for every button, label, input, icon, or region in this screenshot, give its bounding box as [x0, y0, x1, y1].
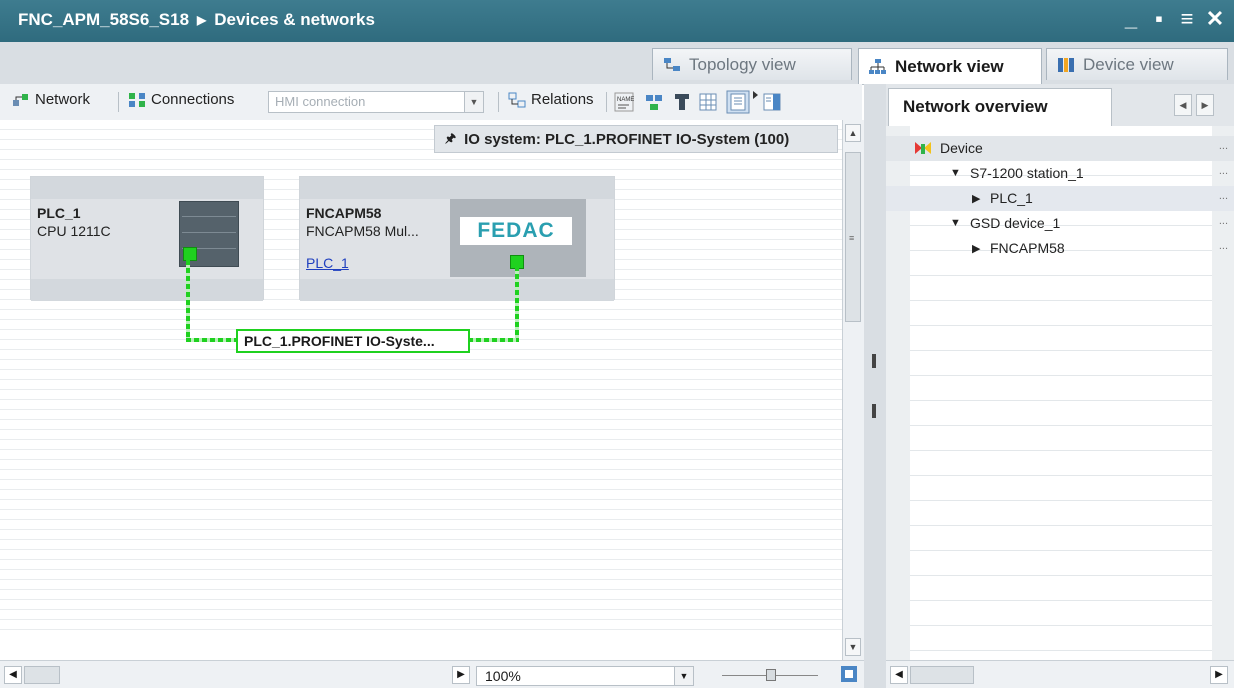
- tab-network-view[interactable]: Network view: [858, 48, 1042, 84]
- float-window-icon[interactable]: ▪: [1148, 6, 1170, 32]
- more-tools-arrow-icon[interactable]: [752, 90, 760, 100]
- zoom-slider-knob[interactable]: [766, 669, 776, 681]
- connections-icon: [129, 92, 145, 107]
- row-options-icon[interactable]: ...: [1219, 240, 1228, 252]
- collapse-left-icon[interactable]: [872, 354, 876, 368]
- section-name: Devices & networks: [214, 10, 375, 29]
- row-options-icon[interactable]: ...: [1219, 190, 1228, 202]
- svg-text:NAME: NAME: [617, 97, 634, 103]
- profinet-line[interactable]: [186, 338, 238, 342]
- split-editor-icon[interactable]: [762, 92, 782, 112]
- device-fncapm58[interactable]: FNCAPM58 FNCAPM58 Mul... PLC_1 FEDAC: [299, 176, 615, 301]
- address-names-icon[interactable]: NAME: [614, 92, 634, 112]
- profinet-line[interactable]: [186, 260, 190, 342]
- device-plc-1[interactable]: PLC_1 CPU 1211C: [30, 176, 264, 301]
- zoom-select[interactable]: 100% ▼: [476, 666, 694, 686]
- topology-icon: [664, 57, 680, 71]
- tree-row-s7-1200-station[interactable]: ▼ S7-1200 station_1 ...: [886, 161, 1234, 186]
- expand-icon[interactable]: ▶: [972, 192, 980, 205]
- network-icon: [869, 58, 886, 74]
- overview-toggle-icon[interactable]: [726, 90, 750, 114]
- chevron-down-icon[interactable]: ▼: [674, 667, 693, 685]
- chevron-down-icon[interactable]: ▼: [464, 92, 483, 112]
- horizontal-scrollbar-thumb[interactable]: [24, 666, 60, 684]
- assigned-io-controller-link[interactable]: PLC_1: [306, 255, 349, 271]
- view-tab-bar: Topology view Network view Device view: [0, 42, 1234, 85]
- profinet-system-label[interactable]: PLC_1.PROFINET IO-Syste...: [236, 329, 470, 353]
- scroll-up-icon[interactable]: ▲: [845, 124, 861, 142]
- device-icon: [1058, 57, 1074, 72]
- row-options-icon[interactable]: ...: [1219, 165, 1228, 177]
- show-interfaces-icon[interactable]: [644, 92, 664, 112]
- connections-mode-button[interactable]: Connections: [128, 91, 234, 108]
- device-name: FNCAPM58: [306, 205, 382, 221]
- pane-divider[interactable]: [864, 84, 886, 688]
- canvas-status-bar: ◀ ▶ 100% ▼: [0, 660, 864, 688]
- device-type: FNCAPM58 Mul...: [306, 223, 419, 239]
- collapse-right-icon[interactable]: [872, 404, 876, 418]
- tab-scroll-right-icon[interactable]: ▶: [1196, 94, 1214, 116]
- expand-icon[interactable]: ▼: [950, 167, 961, 179]
- expand-icon[interactable]: ▼: [950, 217, 961, 229]
- horizontal-scrollbar-thumb[interactable]: [910, 666, 974, 684]
- scroll-down-icon[interactable]: ▼: [845, 638, 861, 656]
- project-name[interactable]: FNC_APM_58S6_S18: [18, 10, 189, 29]
- scroll-left-icon[interactable]: ◀: [4, 666, 22, 684]
- column-options-icon[interactable]: ...: [1219, 140, 1228, 152]
- column-header-device[interactable]: Device ...: [886, 136, 1234, 161]
- profinet-line[interactable]: [468, 338, 519, 342]
- network-mode-icon: [13, 93, 28, 106]
- device-type: CPU 1211C: [37, 223, 111, 239]
- device-column-icon: [914, 140, 932, 156]
- network-mode-button[interactable]: Network: [12, 91, 90, 108]
- network-toolbar: Network Connections HMI connection ▼ Rel…: [0, 84, 862, 121]
- overview-navigation-icon[interactable]: [840, 665, 858, 683]
- grid-icon[interactable]: [698, 92, 718, 112]
- profinet-port-icon[interactable]: [183, 247, 197, 261]
- module-rack-icon[interactable]: [672, 92, 692, 112]
- io-system-label[interactable]: 🖈 IO system: PLC_1.PROFINET IO-System (1…: [434, 125, 838, 153]
- minimize-icon[interactable]: _: [1120, 6, 1142, 32]
- relations-icon: [508, 92, 526, 107]
- title-bar: FNC_APM_58S6_S18 ▶ Devices & networks _ ▪ …: [0, 0, 1234, 42]
- row-options-icon[interactable]: ...: [1219, 215, 1228, 227]
- hmi-connection-select[interactable]: HMI connection ▼: [268, 91, 484, 113]
- scroll-right-icon[interactable]: ▶: [452, 666, 470, 684]
- expand-icon[interactable]: ▶: [972, 242, 980, 255]
- tree-row-plc-1[interactable]: ▶ PLC_1 ...: [886, 186, 1234, 211]
- overview-horizontal-scrollbar[interactable]: ◀ ▶: [886, 660, 1234, 688]
- device-name: PLC_1: [37, 205, 81, 221]
- breadcrumb-arrow-icon: ▶: [197, 13, 207, 27]
- breadcrumb: FNC_APM_58S6_S18 ▶ Devices & networks: [18, 10, 375, 30]
- zoom-slider[interactable]: [722, 669, 818, 683]
- canvas-vertical-scrollbar[interactable]: ▲ ≡ ▼: [842, 120, 864, 660]
- pin-icon[interactable]: 🖈: [445, 129, 456, 150]
- maximize-icon[interactable]: ≡: [1176, 6, 1198, 32]
- scrollbar-thumb[interactable]: ≡: [845, 152, 861, 322]
- tab-network-overview[interactable]: Network overview: [888, 88, 1112, 126]
- tab-scroll-left-icon[interactable]: ◀: [1174, 94, 1192, 116]
- tree-row-fncapm58[interactable]: ▶ FNCAPM58 ...: [886, 236, 1234, 261]
- scroll-left-icon[interactable]: ◀: [890, 666, 908, 684]
- close-icon[interactable]: ✕: [1204, 6, 1226, 32]
- fenac-logo: FEDAC: [460, 217, 572, 245]
- profinet-line[interactable]: [515, 266, 519, 342]
- relations-button[interactable]: Relations: [508, 91, 594, 108]
- tree-row-gsd-device-1[interactable]: ▼ GSD device_1 ...: [886, 211, 1234, 236]
- scroll-right-icon[interactable]: ▶: [1210, 666, 1228, 684]
- tab-device-view[interactable]: Device view: [1046, 48, 1228, 80]
- overview-tab-bar: Network overview ◀ ▶: [886, 84, 1234, 126]
- tab-topology-view[interactable]: Topology view: [652, 48, 852, 80]
- network-overview-table: Device ... ▼ S7-1200 station_1 ... ▶ PLC…: [886, 126, 1234, 660]
